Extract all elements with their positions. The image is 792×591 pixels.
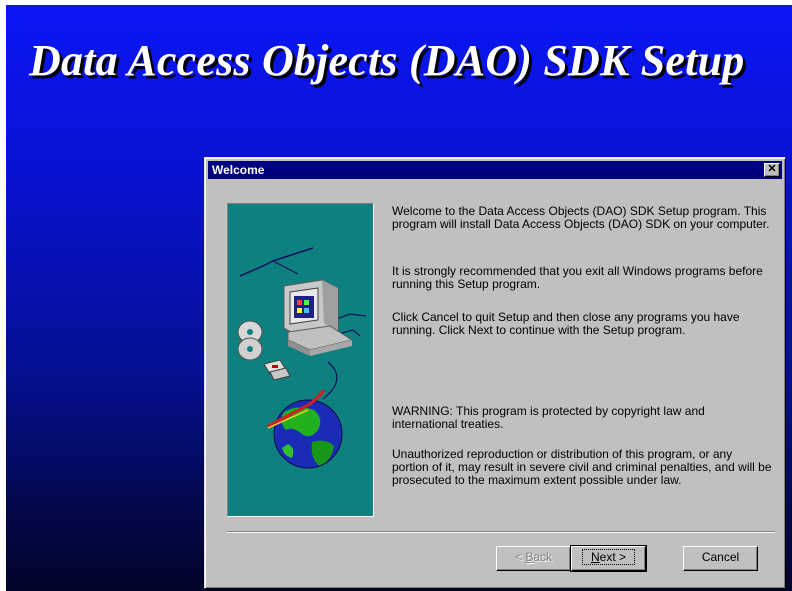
welcome-dialog: Welcome ✕ Welcome to the Data Access Obj… <box>204 157 786 589</box>
recommendation-text: It is strongly recommended that you exit… <box>392 264 763 291</box>
globe-icon <box>267 389 343 469</box>
close-icon: ✕ <box>767 163 777 175</box>
welcome-text: Welcome to the Data Access Objects (DAO)… <box>392 204 770 231</box>
instructions-text: Click Cancel to quit Setup and then clos… <box>392 310 740 337</box>
setup-title: Data Access Objects (DAO) SDK Setup <box>29 36 745 85</box>
back-button[interactable]: < Back <box>496 546 571 571</box>
legal-text: Unauthorized reproduction or distributio… <box>392 447 772 487</box>
computer-icon <box>283 279 354 356</box>
next-button-rest: ext > <box>599 550 627 564</box>
warning-text: WARNING: This program is protected by co… <box>392 404 705 431</box>
cd-icon <box>237 320 263 361</box>
cancel-button[interactable]: Cancel <box>683 546 758 571</box>
dialog-titlebar[interactable]: Welcome ✕ <box>208 161 782 179</box>
back-button-rest: ack <box>533 550 553 564</box>
setup-background: Data Access Objects (DAO) SDK Setup Welc… <box>6 5 792 591</box>
next-button[interactable]: Next > <box>570 545 647 572</box>
cable <box>272 260 299 275</box>
next-button-mnemonic: N <box>590 550 600 564</box>
back-button-prefix: < <box>514 550 526 564</box>
dialog-title: Welcome <box>212 163 265 177</box>
next-button-focus: Next > <box>581 549 636 565</box>
close-button[interactable]: ✕ <box>764 163 780 177</box>
button-separator <box>227 531 775 533</box>
setup-illustration <box>227 203 374 517</box>
floppy-icon <box>263 359 291 381</box>
